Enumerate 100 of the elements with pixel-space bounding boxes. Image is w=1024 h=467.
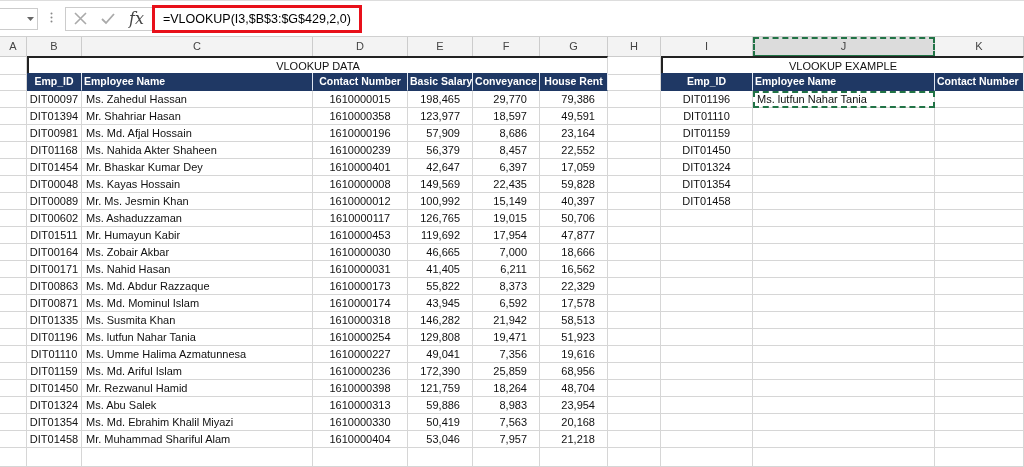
table-cell: DIT00089 — [27, 193, 82, 210]
table-cell: 100,992 — [408, 193, 473, 210]
table-cell: DIT01450 — [661, 142, 753, 159]
table-cell: 57,909 — [408, 125, 473, 142]
empty-cell — [608, 91, 661, 108]
table-cell: DIT00863 — [27, 278, 82, 295]
table-cell: Ms. lutfun Nahar Tania — [82, 329, 313, 346]
table-cell: DIT01324 — [661, 159, 753, 176]
table-cell: 18,597 — [473, 108, 540, 125]
empty-cell — [0, 210, 27, 227]
column-letter[interactable]: E — [408, 37, 473, 57]
table-cell: Mr. Muhammad Shariful Alam — [82, 431, 313, 448]
column-letter[interactable]: F — [473, 37, 540, 57]
table-cell: 22,552 — [540, 142, 608, 159]
table-cell: 50,706 — [540, 210, 608, 227]
table-header-cell: Basic Salary — [408, 73, 473, 91]
table-header-cell: Employee Name — [82, 73, 313, 91]
column-letter[interactable]: C — [82, 37, 313, 57]
table-cell: Ms. Ashaduzzaman — [82, 210, 313, 227]
table-cell: 68,956 — [540, 363, 608, 380]
table-header-cell: Employee Name — [753, 73, 935, 91]
table-cell: 1610000173 — [313, 278, 408, 295]
table-cell: 19,616 — [540, 346, 608, 363]
column-letter[interactable]: J — [753, 37, 935, 57]
table-cell: DIT01196 — [27, 329, 82, 346]
insert-function-button[interactable]: fx — [129, 9, 144, 28]
table-cell: 49,041 — [408, 346, 473, 363]
empty-cell — [608, 125, 661, 142]
check-icon[interactable] — [101, 12, 115, 25]
table-cell: 1610000313 — [313, 397, 408, 414]
empty-cell — [608, 380, 661, 397]
table-cell: DIT01159 — [27, 363, 82, 380]
more-options-icon[interactable] — [50, 11, 53, 23]
table-cell: 47,877 — [540, 227, 608, 244]
table-cell: Mr. Shahriar Hasan — [82, 108, 313, 125]
table-cell: Mr. Bhaskar Kumar Dey — [82, 159, 313, 176]
table-cell: 8,373 — [473, 278, 540, 295]
table-cell: 17,954 — [473, 227, 540, 244]
table-cell: 19,471 — [473, 329, 540, 346]
table-cell: DIT01511 — [27, 227, 82, 244]
table-cell: Ms. Susmita Khan — [82, 312, 313, 329]
table-cell: 21,218 — [540, 431, 608, 448]
formula-field[interactable]: =VLOOKUP(I3,$B$3:$G$429,2,0) — [151, 4, 362, 33]
cancel-icon[interactable] — [74, 12, 87, 25]
table-cell: 129,808 — [408, 329, 473, 346]
table-cell: 19,015 — [473, 210, 540, 227]
table-cell: 29,770 — [473, 91, 540, 108]
table-cell: 21,942 — [473, 312, 540, 329]
table-cell: 1610000401 — [313, 159, 408, 176]
table-cell: 198,465 — [408, 91, 473, 108]
empty-cell — [0, 380, 27, 397]
empty-cell — [0, 414, 27, 431]
empty-cell — [608, 210, 661, 227]
table-cell: 17,059 — [540, 159, 608, 176]
table-cell: Ms. Md. Abdur Razzaque — [82, 278, 313, 295]
empty-cell — [0, 261, 27, 278]
table-cell: 22,435 — [473, 176, 540, 193]
table-cell[interactable]: Ms. lutfun Nahar Tania — [753, 91, 935, 108]
table-cell: 48,704 — [540, 380, 608, 397]
column-letter[interactable]: K — [935, 37, 1024, 57]
table-cell: 40,397 — [540, 193, 608, 210]
empty-cell — [608, 244, 661, 261]
column-letter[interactable]: D — [313, 37, 408, 57]
table-cell: Mr. Ms. Jesmin Khan — [82, 193, 313, 210]
table-cell: 1610000031 — [313, 261, 408, 278]
table-cell: DIT00048 — [27, 176, 82, 193]
table-cell: 23,954 — [540, 397, 608, 414]
table-cell: Ms. Kayas Hossain — [82, 176, 313, 193]
empty-cell — [608, 363, 661, 380]
table-cell: 20,168 — [540, 414, 608, 431]
table-cell: Ms. Zobair Akbar — [82, 244, 313, 261]
empty-cell — [0, 227, 27, 244]
empty-cell — [0, 363, 27, 380]
empty-cell — [608, 278, 661, 295]
table-cell: Ms. Md. Mominul Islam — [82, 295, 313, 312]
table-cell: 59,886 — [408, 397, 473, 414]
empty-cell — [608, 295, 661, 312]
table-cell: 146,282 — [408, 312, 473, 329]
column-letter[interactable]: H — [608, 37, 661, 57]
table-cell: Mr. Humayun Kabir — [82, 227, 313, 244]
empty-cell — [27, 448, 82, 467]
column-letter[interactable]: A — [0, 37, 27, 57]
empty-cell — [0, 56, 27, 75]
table-cell: 8,983 — [473, 397, 540, 414]
empty-cell — [608, 329, 661, 346]
table-cell: 1610000239 — [313, 142, 408, 159]
table-cell: 123,977 — [408, 108, 473, 125]
dropdown-caret-icon[interactable] — [27, 16, 34, 21]
table-cell: DIT01335 — [27, 312, 82, 329]
empty-cell — [0, 91, 27, 108]
table-cell: DIT01458 — [661, 193, 753, 210]
table-cell: 1610000196 — [313, 125, 408, 142]
column-letter[interactable]: G — [540, 37, 608, 57]
column-letter[interactable]: B — [27, 37, 82, 57]
table-cell: 15,149 — [473, 193, 540, 210]
empty-cell — [608, 414, 661, 431]
table-cell: 1610000236 — [313, 363, 408, 380]
empty-cell — [608, 448, 661, 467]
table-cell: DIT01354 — [661, 176, 753, 193]
table-cell: 1610000404 — [313, 431, 408, 448]
